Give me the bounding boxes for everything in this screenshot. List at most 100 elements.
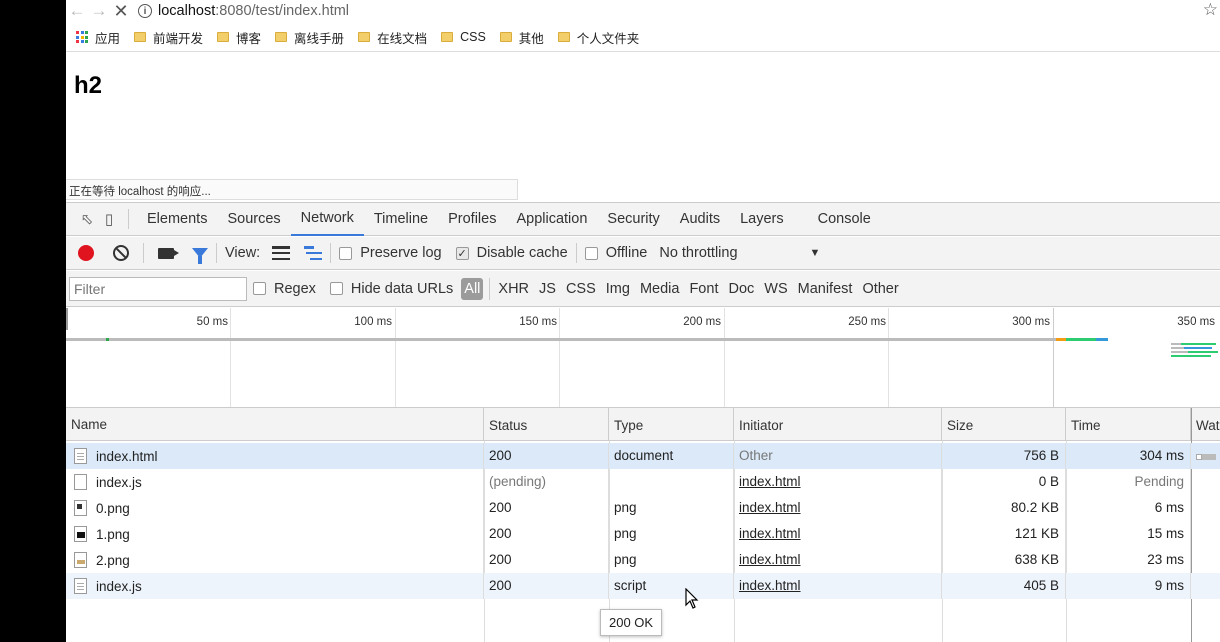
column-header-waterfall[interactable]: Wat (1191, 408, 1220, 441)
bookmark-folder[interactable]: 博客 (217, 28, 261, 47)
apps-icon (76, 31, 88, 43)
record-icon[interactable] (78, 245, 94, 261)
tab-timeline[interactable]: Timeline (364, 203, 438, 236)
back-arrow-icon[interactable]: ← (66, 0, 88, 22)
initiator-link[interactable]: index.html (739, 578, 801, 593)
offline-checkbox[interactable]: Offline (584, 245, 647, 261)
timeline-overview[interactable]: 50 ms 100 ms 150 ms 200 ms 250 ms 300 ms… (66, 308, 1220, 408)
divider (216, 243, 217, 263)
tab-profiles[interactable]: Profiles (438, 203, 506, 236)
filter-icon[interactable] (192, 248, 208, 264)
throttling-select[interactable]: No throttling (659, 245, 737, 261)
dropdown-arrow-icon[interactable]: ▼ (810, 247, 821, 259)
bookmark-folder[interactable]: 其他 (499, 28, 544, 47)
filter-type-font[interactable]: Font (689, 281, 718, 297)
filter-type-js[interactable]: JS (539, 281, 556, 297)
star-icon[interactable]: ☆ (1203, 0, 1218, 20)
divider (128, 209, 129, 229)
info-icon[interactable]: i (138, 4, 152, 18)
filter-type-all[interactable]: All (461, 277, 484, 300)
column-header-status[interactable]: Status (484, 408, 609, 441)
clear-icon[interactable] (113, 245, 129, 261)
capture-screenshots-icon[interactable] (158, 247, 179, 259)
filter-type-doc[interactable]: Doc (728, 281, 754, 297)
inspect-element-icon[interactable]: ⬁ (76, 208, 98, 230)
tab-elements[interactable]: Elements (137, 203, 217, 236)
tab-layers[interactable]: Layers (730, 203, 794, 236)
table-row[interactable]: index.html 200 document Other 756 B 304 … (66, 443, 1220, 469)
table-row[interactable]: index.js 200 script index.html 405 B 9 m… (66, 573, 1220, 599)
filter-type-ws[interactable]: WS (764, 281, 787, 297)
column-header-name[interactable]: Name (66, 408, 484, 441)
bookmark-folder[interactable]: 离线手册 (275, 28, 344, 47)
bookmark-folder[interactable]: 在线文档 (358, 28, 427, 47)
bookmark-label: 博客 (236, 31, 262, 46)
checkmark-icon[interactable]: ✓ (455, 246, 469, 260)
bookmark-folder[interactable]: 前端开发 (134, 28, 203, 47)
table-row[interactable]: 2.png 200 png index.html 638 KB 23 ms (66, 547, 1220, 573)
cell-status: 200 (484, 495, 609, 521)
initiator-link[interactable]: index.html (739, 552, 801, 567)
bookmark-folder[interactable]: 个人文件夹 (557, 28, 639, 47)
tab-console[interactable]: Console (808, 203, 881, 236)
tab-sources[interactable]: Sources (217, 203, 290, 236)
forward-arrow-icon[interactable]: → (88, 0, 110, 22)
overview-icon[interactable] (304, 246, 323, 260)
column-header-size[interactable]: Size (942, 408, 1066, 441)
tab-application[interactable]: Application (506, 203, 597, 236)
overview-handle[interactable] (66, 308, 68, 330)
cell-status: (pending) (484, 469, 609, 495)
folder-icon (275, 32, 288, 42)
filter-type-xhr[interactable]: XHR (498, 281, 529, 297)
bookmark-label: 离线手册 (294, 31, 345, 46)
device-toolbar-icon[interactable]: ▯ (98, 208, 120, 230)
initiator-link[interactable]: index.html (739, 526, 801, 541)
column-header-initiator[interactable]: Initiator (734, 408, 942, 441)
filter-type-manifest[interactable]: Manifest (798, 281, 853, 297)
tab-network[interactable]: Network (290, 203, 364, 236)
column-header-time[interactable]: Time (1066, 408, 1191, 441)
cell-initiator: Other (734, 443, 942, 469)
tab-audits[interactable]: Audits (670, 203, 730, 236)
table-row[interactable]: index.js (pending) index.html 0 B Pendin… (66, 469, 1220, 495)
large-rows-icon[interactable] (272, 246, 291, 260)
devtools-tabs: ⬁ ▯ Elements Sources Network Timeline Pr… (66, 203, 1220, 236)
regex-checkbox[interactable]: Regex (253, 281, 316, 297)
gridline (230, 308, 231, 407)
filter-type-media[interactable]: Media (640, 281, 680, 297)
disable-cache-checkbox[interactable]: ✓ Disable cache (455, 245, 568, 261)
view-label: View: (225, 245, 261, 261)
checkbox-icon[interactable] (584, 246, 598, 260)
divider (143, 243, 144, 263)
cell-time: 15 ms (1066, 521, 1191, 547)
filter-type-other[interactable]: Other (862, 281, 898, 297)
overview-bar (1184, 347, 1212, 349)
filter-type-css[interactable]: CSS (566, 281, 596, 297)
stop-loading-icon[interactable]: ✕ (110, 0, 132, 22)
checkbox-icon[interactable] (329, 282, 343, 295)
preserve-log-checkbox[interactable]: Preserve log (339, 245, 442, 261)
bookmark-apps[interactable]: 应用 (76, 28, 120, 47)
left-black-border (0, 0, 66, 642)
waterfall-bar (1202, 454, 1216, 460)
overview-bar (66, 338, 1056, 341)
hide-data-urls-checkbox[interactable]: Hide data URLs (329, 281, 453, 297)
checkbox-icon[interactable] (339, 246, 353, 260)
initiator-link[interactable]: index.html (739, 474, 801, 489)
tab-security[interactable]: Security (597, 203, 669, 236)
image-icon (74, 552, 87, 568)
cell-name: index.html (66, 443, 484, 469)
tick-label: 300 ms (1012, 316, 1050, 328)
request-name: index.js (96, 578, 142, 594)
checkbox-icon[interactable] (253, 282, 266, 295)
initiator-link[interactable]: index.html (739, 500, 801, 515)
filter-input[interactable] (69, 276, 247, 301)
column-header-type[interactable]: Type (609, 408, 734, 441)
url-field[interactable]: i localhost:8080/test/index.html (138, 3, 349, 19)
bookmark-folder[interactable]: CSS (441, 30, 486, 44)
network-toolbar: View: Preserve log ✓ Disable cache Offlin… (66, 237, 1220, 270)
table-row[interactable]: 0.png 200 png index.html 80.2 KB 6 ms (66, 495, 1220, 521)
cell-name: 0.png (66, 495, 484, 521)
table-row[interactable]: 1.png 200 png index.html 121 KB 15 ms (66, 521, 1220, 547)
filter-type-img[interactable]: Img (606, 281, 630, 297)
